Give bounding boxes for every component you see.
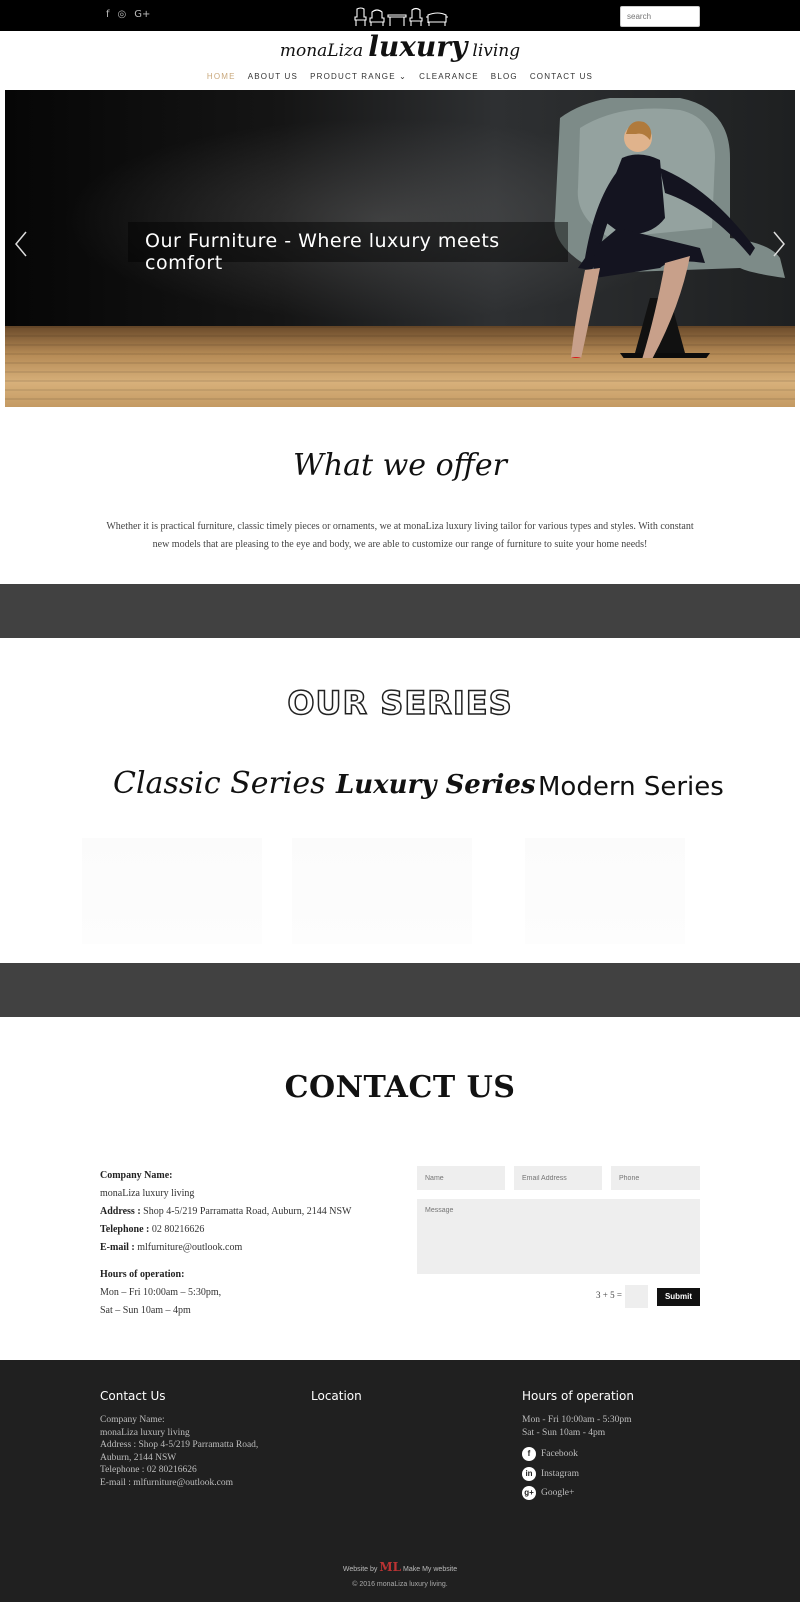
site-credit[interactable]: Website by ML Make My website	[0, 1560, 800, 1574]
company-name: monaLiza luxury living	[100, 1188, 195, 1199]
series-luxury[interactable]: Luxury Series	[336, 770, 536, 800]
make-my-website-logo: ML	[379, 1560, 402, 1574]
slider-prev-arrow[interactable]	[14, 230, 28, 258]
divider-band-1	[0, 584, 800, 638]
offer-text: Whether it is practical furniture, class…	[106, 521, 694, 550]
hours-weekdays: Mon – Fri 10:00am – 5:30pm,	[100, 1287, 222, 1298]
nav-blog[interactable]: BLOG	[491, 72, 518, 81]
contact-title: CONTACT US	[284, 1070, 516, 1105]
facebook-icon[interactable]: f	[106, 9, 110, 21]
footer-hours-weekdays: Mon - Fri 10:00am - 5:30pm	[522, 1415, 632, 1425]
series-image-luxury[interactable]	[292, 838, 472, 944]
footer-contact-details: Company Name: monaLiza luxury living Add…	[100, 1414, 258, 1489]
nav-about-us[interactable]: ABOUT US	[248, 72, 298, 81]
slider-next-arrow[interactable]	[772, 230, 786, 258]
instagram-icon: in	[522, 1467, 536, 1481]
armchair-icon	[369, 9, 385, 26]
google-plus-icon[interactable]: G+	[134, 9, 150, 21]
submit-button[interactable]: Submit	[657, 1288, 700, 1306]
footer-line: Company Name:	[100, 1415, 165, 1425]
hero-caption-box: Our Furniture - Where luxury meets comfo…	[128, 222, 568, 274]
sofa-icon	[426, 12, 448, 26]
message-field[interactable]	[417, 1199, 700, 1274]
logo-part-luxury: luxury	[368, 30, 468, 63]
telephone-value: 02 80216626	[151, 1224, 205, 1235]
footer-hours: Mon - Fri 10:00am - 5:30pm Sat - Sun 10a…	[522, 1414, 632, 1439]
footer-google-plus-link[interactable]: g+ Google+	[522, 1486, 574, 1500]
chair-icon	[354, 7, 367, 26]
nav-home[interactable]: HOME	[207, 72, 236, 81]
address-value: Shop 4-5/219 Parramatta Road, Auburn, 21…	[143, 1206, 352, 1217]
divider-band-2	[0, 963, 800, 1017]
captcha-question: 3 + 5 =	[596, 1290, 622, 1300]
contact-info: Company Name: monaLiza luxury living Add…	[100, 1167, 400, 1320]
series-image-modern[interactable]	[525, 838, 685, 944]
hours-label: Hours of operation:	[100, 1269, 185, 1280]
footer-hours-weekend: Sat - Sun 10am - 4pm	[522, 1427, 606, 1438]
address-label: Address :	[100, 1206, 141, 1217]
footer-line: Auburn, 2144 NSW	[100, 1452, 177, 1463]
email-value[interactable]: mlfurniture@outlook.com	[137, 1242, 242, 1253]
top-bar: f ◎ G+	[0, 0, 800, 31]
series-classic[interactable]: Classic Series	[113, 766, 326, 801]
logo-part-living: living	[472, 41, 521, 61]
email-field[interactable]	[514, 1166, 602, 1190]
facebook-icon: f	[522, 1447, 536, 1461]
footer-instagram-link[interactable]: in Instagram	[522, 1467, 579, 1481]
instagram-icon[interactable]: ◎	[118, 9, 127, 21]
copyright: © 2016 monaLiza luxury living.	[352, 1581, 448, 1588]
footer-social-label: Facebook	[541, 1449, 578, 1459]
nav-contact-us[interactable]: CONTACT US	[530, 72, 593, 81]
footer-contact-title: Contact Us	[100, 1389, 166, 1403]
footer-line: monaLiza luxury living	[100, 1427, 190, 1438]
series-modern[interactable]: Modern Series	[538, 772, 724, 802]
main-nav: HOME ABOUT US PRODUCT RANGE ⌄ CLEARANCE …	[0, 72, 800, 81]
hero-image-woman-in-chair	[554, 98, 785, 358]
series-title: OUR SERIES	[287, 683, 513, 723]
captcha-input[interactable]	[625, 1285, 648, 1308]
footer-social-label: Instagram	[541, 1469, 579, 1479]
phone-field[interactable]	[611, 1166, 700, 1190]
furniture-icons	[354, 7, 448, 26]
footer-social-label: Google+	[541, 1488, 575, 1498]
logo-part-monaliza: monaLiza	[279, 41, 364, 61]
site-logo[interactable]: monaLiza luxury living	[0, 30, 800, 63]
email-label: E-mail :	[100, 1242, 135, 1253]
footer-location-title: Location	[311, 1389, 362, 1403]
hero-slider: Our Furniture - Where luxury meets comfo…	[5, 90, 795, 407]
offer-title: What we offer	[292, 448, 507, 483]
footer-hours-title: Hours of operation	[522, 1389, 634, 1403]
telephone-label: Telephone :	[100, 1224, 150, 1235]
nav-product-range[interactable]: PRODUCT RANGE ⌄	[310, 72, 407, 81]
google-plus-icon: g+	[522, 1486, 536, 1500]
footer-line: Address : Shop 4-5/219 Parramatta Road,	[100, 1440, 259, 1450]
chair2-icon	[409, 7, 423, 26]
hours-weekend: Sat – Sun 10am – 4pm	[100, 1305, 191, 1316]
footer-line: Telephone : 02 80216626	[100, 1465, 197, 1475]
social-links: f ◎ G+	[106, 9, 150, 21]
footer-line: E-mail : mlfurniture@outlook.com	[100, 1477, 234, 1488]
search-input[interactable]	[620, 6, 700, 27]
company-label: Company Name:	[100, 1170, 173, 1181]
series-image-classic[interactable]	[82, 838, 262, 944]
credit-suffix: Make My website	[403, 1566, 458, 1573]
credit-prefix: Website by	[342, 1566, 378, 1573]
name-field[interactable]	[417, 1166, 505, 1190]
footer-facebook-link[interactable]: f Facebook	[522, 1447, 578, 1461]
nav-clearance[interactable]: CLEARANCE	[419, 72, 479, 81]
hero-caption: Our Furniture - Where luxury meets comfo…	[145, 230, 500, 274]
table-icon	[387, 14, 407, 26]
